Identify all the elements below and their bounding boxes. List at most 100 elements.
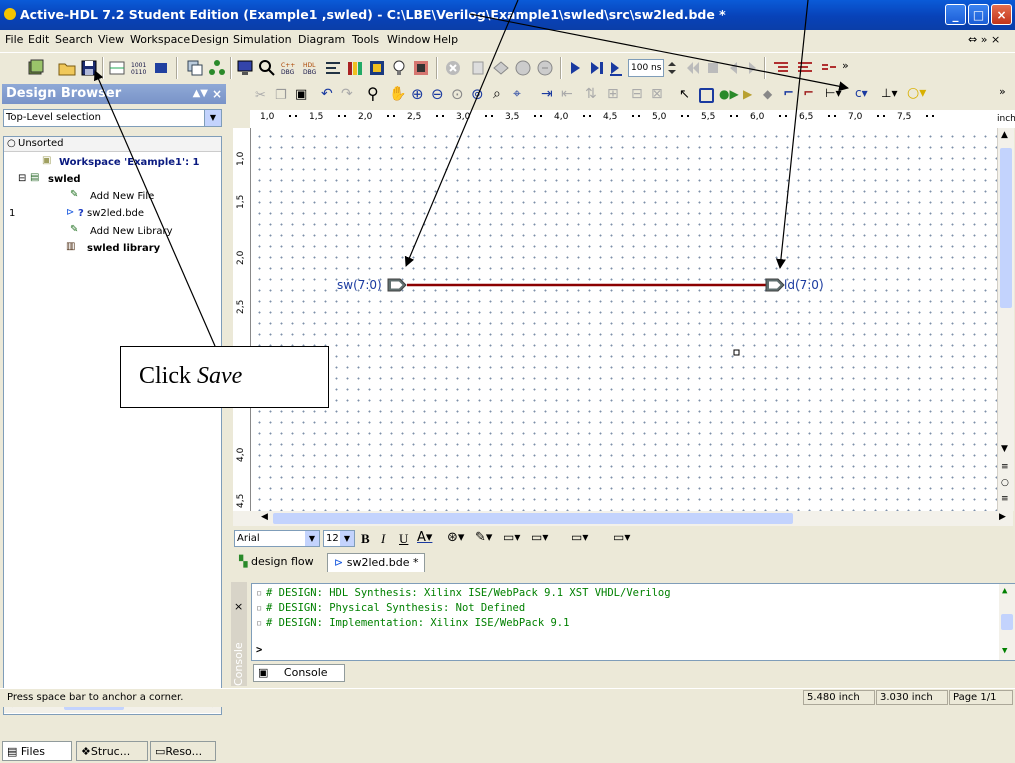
scroll-up-icon[interactable]: ▲ [1001, 130, 1008, 140]
console-scroll-thumb[interactable] [1001, 614, 1013, 630]
terminal-icon[interactable]: ⊥▾ [881, 86, 897, 100]
underline-icon[interactable]: U [399, 531, 408, 547]
menu-help[interactable]: Help [433, 33, 458, 46]
zoom-out-icon[interactable]: ⊖ [431, 85, 444, 103]
line-color-icon[interactable]: ✎▾ [475, 530, 492, 545]
generate-icon[interactable]: ⇅ [585, 86, 597, 102]
run-for-icon[interactable] [608, 59, 626, 77]
outdent-icon[interactable] [796, 59, 814, 77]
menu-workspace[interactable]: Workspace [130, 33, 190, 46]
chevron-down-icon[interactable]: ▼ [204, 110, 221, 126]
push-icon[interactable]: ⇥ [541, 86, 553, 102]
console-output[interactable]: ▫ # DESIGN: HDL Synthesis: Xilinx ISE/We… [251, 583, 1015, 661]
panel-close-icon[interactable]: × [212, 84, 222, 104]
monitor-icon[interactable] [236, 59, 254, 77]
redo-icon[interactable]: ↷ [341, 86, 353, 102]
top-level-selection-dropdown[interactable]: Top-Level selection ▼ [3, 109, 222, 127]
bidir-port-icon[interactable]: ◆ [763, 87, 772, 101]
workspace-item[interactable]: Workspace 'Example1': 1 [59, 157, 200, 168]
paste-icon[interactable]: ▣ [295, 87, 307, 102]
unsorted-label[interactable]: Unsorted [18, 138, 64, 149]
line-end-icon[interactable]: ▭▾ [571, 530, 588, 544]
hdl-debug-icon[interactable]: HDLDBG [302, 59, 320, 77]
circle-icon[interactable]: ○▾ [907, 85, 926, 101]
stop-icon[interactable] [444, 59, 462, 77]
diagram-canvas[interactable]: sw(7:0) ld(7:0) [251, 128, 997, 511]
zoom-page-icon[interactable]: ⌕ [493, 86, 501, 102]
font-select[interactable]: Arial ▼ [234, 530, 320, 547]
pan-icon[interactable]: ✋ [389, 86, 406, 102]
scroll-up-icon[interactable]: ▲ [1002, 586, 1007, 596]
zoom-icon[interactable]: ⚲ [367, 84, 379, 103]
zoom-more-icon[interactable]: ≡ [1001, 494, 1009, 504]
comment-icon[interactable] [820, 59, 838, 77]
menu-diagram[interactable]: Diagram [298, 33, 345, 46]
canvas-vscroll[interactable]: ▲ ▼ ≡ ○ ≡ [997, 128, 1014, 511]
cell-icon[interactable] [108, 59, 126, 77]
indent-icon[interactable] [772, 59, 790, 77]
tab-resources[interactable]: ▭Reso... [150, 741, 216, 761]
bold-icon[interactable]: B [361, 531, 370, 547]
scroll-right-icon[interactable]: ▶ [999, 512, 1006, 522]
add-new-file-item[interactable]: Add New File [90, 191, 154, 202]
library-icon[interactable] [346, 59, 364, 77]
zoom-reset-icon[interactable]: ○ [1001, 478, 1009, 488]
tab-sw2led[interactable]: ⊳ sw2led.bde * [327, 553, 426, 572]
tab-structure[interactable]: ❖Struc... [76, 741, 148, 761]
cut-icon[interactable]: ✂ [255, 88, 266, 103]
bus-icon[interactable]: ⌐ [803, 86, 814, 101]
fill-color-icon[interactable]: ⊛▾ [447, 530, 464, 545]
zoom-selection-icon[interactable]: ⌖ [513, 86, 521, 102]
code-coverage-icon[interactable] [324, 59, 342, 77]
minimize-button[interactable]: _ [945, 4, 966, 25]
step-forward-icon[interactable] [744, 59, 762, 77]
canvas-hscroll[interactable]: ◀ ▶ [233, 511, 1013, 526]
cpp-debug-icon[interactable]: C++DBG [280, 59, 298, 77]
menu-design[interactable]: Design [191, 33, 229, 46]
menu-tools[interactable]: Tools [352, 33, 379, 46]
console-prompt[interactable]: > [256, 644, 262, 656]
zoom-slider-icon[interactable]: ≡ [1001, 462, 1009, 472]
console-vscroll[interactable]: ▲ ▼ [999, 584, 1015, 660]
find-icon[interactable] [258, 59, 276, 77]
menu-view[interactable]: View [98, 33, 124, 46]
output-port-icon[interactable]: ▶ [743, 87, 752, 101]
chevron-down-icon[interactable]: ▼ [305, 531, 319, 546]
step-icon[interactable] [684, 59, 702, 77]
step-back-icon[interactable] [724, 59, 742, 77]
maximize-button[interactable]: □ [968, 4, 989, 25]
undo-icon[interactable]: ↶ [321, 86, 333, 102]
compile-icon[interactable] [470, 59, 488, 77]
close-button[interactable]: × [991, 4, 1012, 25]
menu-search[interactable]: Search [55, 33, 93, 46]
output-port-label[interactable]: ld(7:0) [784, 278, 824, 292]
input-port-icon[interactable]: ●▶ [719, 87, 739, 101]
toolbar-chevron[interactable]: » [842, 59, 849, 72]
library-item[interactable]: swled library [87, 243, 160, 254]
tree-view-icon[interactable]: ⊠ [651, 86, 663, 102]
sort-radio-icon[interactable]: ○ [7, 138, 16, 149]
input-port-label[interactable]: sw(7:0) [337, 278, 382, 292]
run-icon[interactable] [566, 59, 584, 77]
border-style-icon[interactable]: ▭▾ [613, 530, 630, 544]
binary-icon[interactable]: 10010110 [130, 59, 148, 77]
hierarchy-view-icon[interactable]: ⊟ [631, 86, 643, 102]
open-folder-icon[interactable] [58, 59, 76, 77]
tab-design-flow[interactable]: ▚ design flow [233, 553, 320, 571]
zoom-area-icon[interactable]: ⊚ [471, 85, 484, 103]
save-icon[interactable] [80, 59, 98, 77]
tools-icon[interactable] [412, 59, 430, 77]
vscroll-thumb[interactable] [1000, 148, 1012, 308]
scroll-left-icon[interactable]: ◀ [261, 512, 268, 522]
italic-icon[interactable]: I [381, 531, 385, 547]
copy-icon[interactable]: ❐ [275, 88, 287, 103]
zoom-in-icon[interactable]: ⊕ [411, 85, 424, 103]
pop-icon[interactable]: ⇤ [561, 86, 573, 102]
end-icon[interactable] [704, 59, 722, 77]
run-until-icon[interactable] [588, 59, 606, 77]
design-item-swled[interactable]: swled [48, 174, 81, 185]
menu-simulation[interactable]: Simulation [233, 33, 292, 46]
panel-arrows-icon[interactable]: ▲▼ [193, 84, 208, 104]
console-close-icon[interactable]: × [234, 600, 243, 613]
copy-design-icon[interactable] [186, 59, 204, 77]
